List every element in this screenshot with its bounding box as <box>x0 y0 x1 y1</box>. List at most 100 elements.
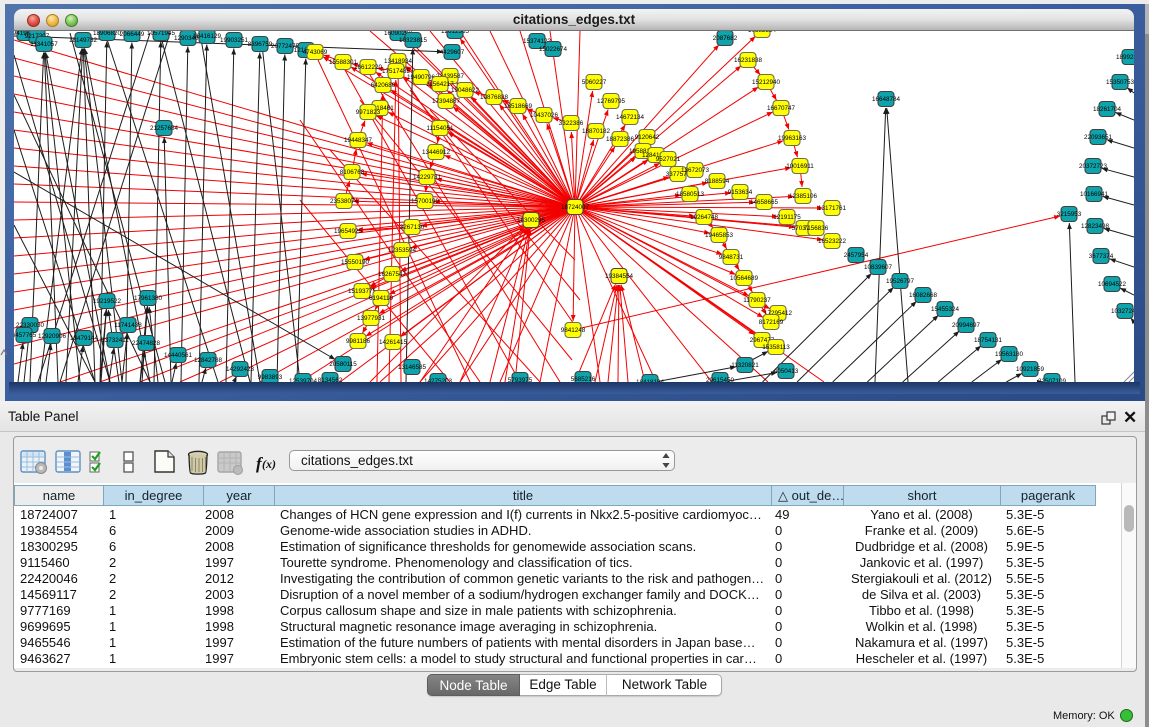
svg-text:12920906: 12920906 <box>38 333 67 340</box>
svg-text:10327246: 10327246 <box>1111 308 1134 315</box>
svg-text:19903251: 19903251 <box>220 37 249 44</box>
svg-text:16231838: 16231838 <box>734 57 763 64</box>
svg-text:18149732: 18149732 <box>69 37 98 44</box>
svg-text:18518669: 18518669 <box>504 103 533 110</box>
svg-text:18261704: 18261704 <box>1093 106 1122 113</box>
svg-text:18300295: 18300295 <box>517 217 546 224</box>
svg-text:18724007: 18724007 <box>561 204 590 211</box>
svg-text:12842788: 12842788 <box>194 357 223 364</box>
svg-text:16670747: 16670747 <box>767 105 796 112</box>
svg-text:18992829: 18992829 <box>1116 54 1134 61</box>
svg-text:4429607: 4429607 <box>440 49 465 56</box>
svg-text:14275203: 14275203 <box>424 378 453 382</box>
svg-text:2087682: 2087682 <box>713 35 738 42</box>
svg-text:8396759: 8396759 <box>248 41 273 48</box>
svg-text:19654925: 19654925 <box>334 228 363 235</box>
svg-text:11320821: 11320821 <box>731 362 759 369</box>
svg-text:20372723: 20372723 <box>1079 163 1108 170</box>
svg-text:13479144: 13479144 <box>70 335 99 342</box>
svg-text:13171761: 13171761 <box>818 205 847 212</box>
svg-text:17961380: 17961380 <box>134 295 163 302</box>
svg-text:12823498: 12823498 <box>1081 223 1110 230</box>
svg-text:15550190: 15550190 <box>341 259 370 266</box>
svg-text:2457954: 2457954 <box>844 252 869 259</box>
svg-text:16267547: 16267547 <box>378 271 407 278</box>
svg-text:11790237: 11790237 <box>743 297 771 304</box>
svg-text:9983893: 9983893 <box>258 374 283 381</box>
svg-text:10437026: 10437026 <box>530 112 559 119</box>
svg-text:15358113: 15358113 <box>762 344 790 351</box>
svg-text:22093651: 22093651 <box>1084 134 1113 141</box>
svg-text:10564689: 10564689 <box>730 275 759 282</box>
svg-text:18418194: 18418194 <box>636 379 665 382</box>
svg-text:17394887: 17394887 <box>432 98 461 105</box>
svg-text:8188594: 8188594 <box>705 178 730 185</box>
svg-text:13146585: 13146585 <box>398 364 427 371</box>
svg-text:8172169: 8172169 <box>759 319 784 326</box>
svg-text:3677374: 3677374 <box>1089 253 1114 260</box>
svg-text:9120642: 9120642 <box>635 134 660 141</box>
svg-text:9153634: 9153634 <box>728 189 753 196</box>
svg-text:15455324: 15455324 <box>931 306 960 313</box>
svg-text:19448347: 19448347 <box>344 137 373 144</box>
svg-text:10921859: 10921859 <box>1016 366 1045 373</box>
svg-text:12353594: 12353594 <box>388 247 417 254</box>
svg-text:13446912: 13446912 <box>422 149 451 156</box>
svg-text:9527021: 9527021 <box>656 156 681 163</box>
svg-text:3322386: 3322386 <box>559 120 584 127</box>
svg-text:15350753: 15350753 <box>1106 79 1134 86</box>
svg-text:14440561: 14440561 <box>164 352 193 359</box>
svg-text:12539704: 12539704 <box>289 378 318 382</box>
svg-text:8106768: 8106768 <box>340 169 365 176</box>
svg-text:10166941: 10166941 <box>1080 191 1109 198</box>
svg-text:2066449: 2066449 <box>120 31 145 38</box>
svg-text:19219522: 19219522 <box>93 298 122 305</box>
svg-text:8134562: 8134562 <box>318 377 343 382</box>
svg-text:15212940: 15212940 <box>752 79 781 86</box>
svg-text:11341057: 11341057 <box>30 41 58 48</box>
svg-text:4050413: 4050413 <box>774 368 799 375</box>
svg-text:10694522: 10694522 <box>1098 281 1127 288</box>
svg-text:10016911: 10016911 <box>786 163 814 170</box>
svg-text:19384554: 19384554 <box>605 273 634 280</box>
svg-text:9841248: 9841248 <box>561 327 586 334</box>
svg-text:5685216: 5685216 <box>571 376 596 382</box>
svg-text:20615450: 20615450 <box>706 377 735 382</box>
svg-text:20994697: 20994697 <box>952 322 981 329</box>
svg-text:23538074: 23538074 <box>330 198 359 205</box>
svg-text:21257684: 21257684 <box>150 125 179 132</box>
svg-text:4743069: 4743069 <box>303 49 328 56</box>
svg-text:12769795: 12769795 <box>597 98 626 105</box>
svg-text:11154051: 11154051 <box>426 125 454 132</box>
svg-text:16612220: 16612220 <box>354 64 383 71</box>
svg-text:22474828: 22474828 <box>132 340 161 347</box>
svg-text:10323815: 10323815 <box>399 37 428 44</box>
svg-text:9848731: 9848731 <box>719 254 744 261</box>
svg-text:6194119: 6194119 <box>369 295 394 302</box>
svg-text:10839607: 10839607 <box>864 264 893 271</box>
svg-text:13977931: 13977931 <box>357 315 386 322</box>
svg-text:19963163: 19963163 <box>778 135 807 142</box>
svg-text:14261415: 14261415 <box>379 339 408 346</box>
svg-text:18870182: 18870182 <box>582 128 611 135</box>
svg-text:13672073: 13672073 <box>681 167 710 174</box>
svg-text:6457765: 6457765 <box>14 332 37 339</box>
svg-text:13732411: 13732411 <box>101 337 129 344</box>
svg-text:9971823: 9971823 <box>356 109 381 116</box>
svg-text:12385106: 12385106 <box>789 193 818 200</box>
svg-text:5793975: 5793975 <box>508 377 533 382</box>
svg-text:10571945: 10571945 <box>147 31 176 37</box>
svg-text:3267130: 3267130 <box>400 224 425 231</box>
svg-text:14658665: 14658665 <box>750 199 779 206</box>
svg-text:15700199: 15700199 <box>411 198 440 205</box>
svg-text:5060227: 5060227 <box>582 79 607 86</box>
svg-text:18416129: 18416129 <box>193 33 222 40</box>
svg-text:(x): (x) <box>262 457 276 471</box>
svg-text:10876828: 10876828 <box>480 94 509 101</box>
svg-text:10264748: 10264748 <box>690 214 719 221</box>
svg-text:12191175: 12191175 <box>773 214 801 221</box>
svg-text:6420686: 6420686 <box>371 82 396 89</box>
svg-text:15022674: 15022674 <box>539 46 568 53</box>
svg-text:16523222: 16523222 <box>818 238 847 245</box>
svg-text:19465853: 19465853 <box>705 232 734 239</box>
